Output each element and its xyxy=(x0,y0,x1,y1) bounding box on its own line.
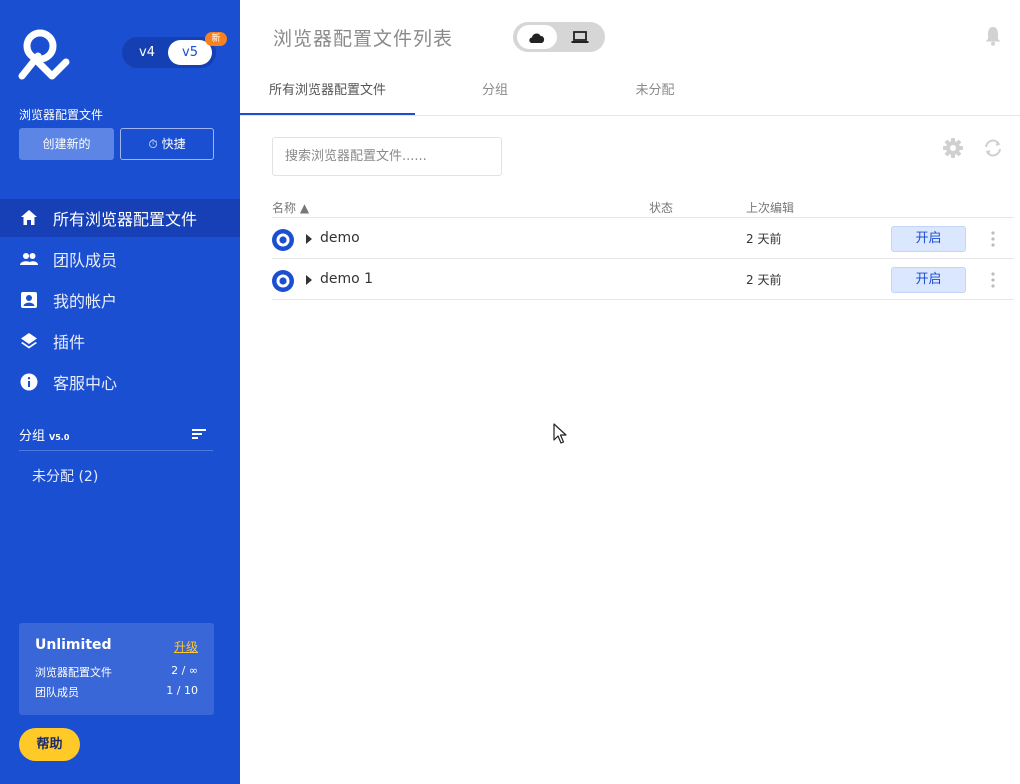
plan-card: Unlimited 升级 浏览器配置文件 2 / ∞ 团队成员 1 / 10 xyxy=(19,623,214,715)
column-last-edit-header: 上次编辑 xyxy=(746,201,795,215)
upgrade-link[interactable]: 升级 xyxy=(174,638,198,655)
open-profile-button[interactable]: 开启 xyxy=(891,267,966,293)
column-status-header: 状态 xyxy=(649,201,674,215)
refresh-icon[interactable] xyxy=(982,137,1004,159)
info-icon xyxy=(20,373,38,391)
browser-profile-icon xyxy=(272,229,294,251)
profile-name: demo xyxy=(320,230,360,246)
layers-icon xyxy=(20,332,38,350)
home-icon xyxy=(20,209,38,227)
cloud-option[interactable] xyxy=(517,25,557,49)
bell-icon[interactable] xyxy=(984,26,1002,46)
expand-caret-icon[interactable] xyxy=(306,275,312,285)
stopwatch-icon: ⏱ xyxy=(148,137,158,151)
main-content: 浏览器配置文件列表 所有浏览器配置文件 分组 未分配 搜索浏览器配置文件....… xyxy=(240,0,1020,784)
plan-profiles-label: 浏览器配置文件 xyxy=(35,666,112,679)
page-title: 浏览器配置文件列表 xyxy=(273,28,454,50)
sidebar-item-label: 团队成员 xyxy=(53,251,118,270)
tab-unassigned[interactable]: 未分配 xyxy=(575,68,735,115)
quick-create-label: 快捷 xyxy=(161,137,186,151)
profile-name: demo 1 xyxy=(320,271,374,287)
tab-groups[interactable]: 分组 xyxy=(415,68,575,115)
app-window: v4 v5 新 浏览器配置文件 创建新的 ⏱ 快捷 所有浏览器配置文件 团队成员 xyxy=(0,0,1020,784)
sidebar-item-label: 所有浏览器配置文件 xyxy=(53,210,198,229)
quick-create-button[interactable]: ⏱ 快捷 xyxy=(120,128,214,160)
more-vert-icon[interactable] xyxy=(988,271,998,289)
sidebar-item-label: 客服中心 xyxy=(53,374,118,393)
storage-toggle[interactable] xyxy=(513,22,605,52)
sidebar-item-label: 插件 xyxy=(53,333,86,352)
groups-header: 分组 V5.0 xyxy=(19,425,213,451)
sidebar-item-label: 我的帐户 xyxy=(53,292,118,311)
tab-all-profiles[interactable]: 所有浏览器配置文件 xyxy=(240,68,415,115)
app-logo xyxy=(18,29,70,80)
plan-profiles-row: 浏览器配置文件 2 / ∞ xyxy=(35,664,198,680)
new-badge: 新 xyxy=(205,32,227,46)
version-toggle[interactable]: v4 v5 xyxy=(122,37,216,68)
sidebar: v4 v5 新 浏览器配置文件 创建新的 ⏱ 快捷 所有浏览器配置文件 团队成员 xyxy=(0,0,240,784)
sidebar-item-help-center[interactable]: 客服中心 xyxy=(0,363,240,401)
version-v5-option[interactable]: v5 xyxy=(168,40,212,65)
plan-members-label: 团队成员 xyxy=(35,686,79,699)
profile-last-edit: 2 天前 xyxy=(746,232,782,246)
profiles-section-label: 浏览器配置文件 xyxy=(19,108,104,122)
sidebar-item-team-members[interactable]: 团队成员 xyxy=(0,240,240,278)
table-header: 名称 ▲ 状态 上次编辑 xyxy=(272,197,1014,218)
more-vert-icon[interactable] xyxy=(988,230,998,248)
sidebar-item-plugins[interactable]: 插件 xyxy=(0,322,240,360)
table-row[interactable]: demo 2 天前 开启 xyxy=(272,218,1014,259)
plan-profiles-value: 2 / ∞ xyxy=(171,664,198,677)
table-row[interactable]: demo 1 2 天前 开启 xyxy=(272,259,1014,300)
sidebar-item-all-profiles[interactable]: 所有浏览器配置文件 xyxy=(0,199,240,237)
plan-members-value: 1 / 10 xyxy=(166,684,198,697)
tabs-bar: 所有浏览器配置文件 分组 未分配 xyxy=(240,68,1020,116)
account-box-icon xyxy=(20,291,38,309)
plan-name: Unlimited xyxy=(35,637,112,653)
groups-title: 分组 xyxy=(19,429,46,444)
column-name-header[interactable]: 名称 ▲ xyxy=(272,199,309,216)
create-new-button[interactable]: 创建新的 xyxy=(19,128,114,160)
expand-caret-icon[interactable] xyxy=(306,234,312,244)
laptop-icon xyxy=(571,31,589,43)
plan-members-row: 团队成员 1 / 10 xyxy=(35,684,198,700)
sort-icon[interactable] xyxy=(191,427,207,441)
cloud-icon xyxy=(529,33,545,43)
groups-version-label: V5.0 xyxy=(49,433,70,442)
group-unassigned[interactable]: 未分配 (2) xyxy=(32,466,98,486)
sidebar-item-my-account[interactable]: 我的帐户 xyxy=(0,281,240,319)
profile-last-edit: 2 天前 xyxy=(746,273,782,287)
gear-icon[interactable] xyxy=(942,137,964,159)
version-v4-option[interactable]: v4 xyxy=(125,40,169,65)
local-option[interactable] xyxy=(560,25,600,49)
mouse-cursor-icon xyxy=(553,423,567,444)
open-profile-button[interactable]: 开启 xyxy=(891,226,966,252)
help-button[interactable]: 帮助 xyxy=(19,728,80,761)
search-input[interactable] xyxy=(272,137,502,176)
people-icon xyxy=(20,250,38,268)
browser-profile-icon xyxy=(272,270,294,292)
